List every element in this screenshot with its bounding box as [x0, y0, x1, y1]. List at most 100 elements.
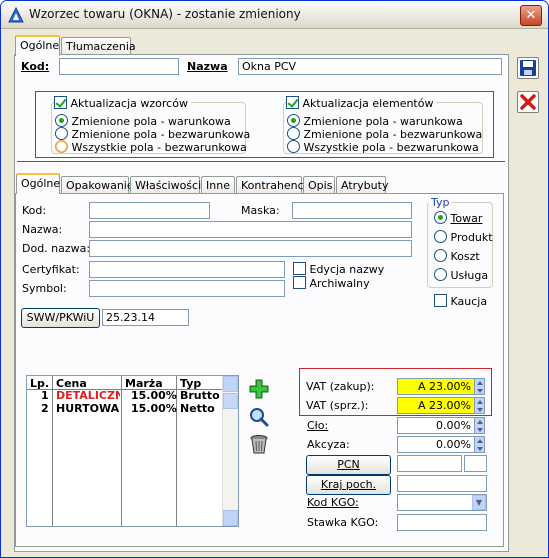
maska-input[interactable]	[292, 202, 412, 219]
update-elements-checkbox[interactable]: Aktualizacja elementów	[286, 96, 437, 110]
magnifier-icon	[250, 408, 269, 427]
kaucja-label: Kaucja	[450, 295, 488, 308]
grid-column-line	[52, 376, 53, 526]
tab-tlumaczenia[interactable]: Tłumaczenia	[61, 37, 136, 55]
vat-sprz-label: VAT (sprz.):	[306, 399, 369, 412]
typ-towar[interactable]: Towar	[434, 211, 482, 225]
archiwalny-checkbox[interactable]: Archiwalny	[293, 276, 370, 290]
pcn-button[interactable]: PCN	[306, 455, 391, 475]
plus-icon	[249, 379, 269, 399]
kod-field[interactable]	[59, 58, 179, 75]
kaucja-checkbox[interactable]: Kaucja	[434, 294, 487, 308]
delete-price-button[interactable]	[248, 433, 270, 455]
pcn-extra-field[interactable]	[464, 455, 487, 472]
title-bar[interactable]: Wzorzec towaru (OKNA) - zostanie zmienio…	[1, 1, 548, 29]
row-cena: HURTOWA	[56, 402, 120, 415]
nazwa-input[interactable]	[89, 221, 412, 238]
dod-nazwa-input[interactable]	[89, 240, 412, 257]
inner-tab-opakowanie[interactable]: Opakowanie	[61, 176, 134, 194]
checkbox-checked-icon	[286, 96, 299, 109]
akcyza-spinner[interactable]	[475, 436, 485, 453]
typ-produkt[interactable]: Produkt	[434, 230, 493, 244]
elements-option-3[interactable]: Wszystkie pola - bezwarunkowa	[287, 140, 479, 154]
vat-sprz-field[interactable]: A 23.00%	[397, 397, 475, 414]
symbol-input[interactable]	[89, 280, 285, 297]
checkbox-icon	[293, 276, 306, 289]
row-cena: DETALICZN	[56, 389, 120, 402]
symbol-label: Symbol:	[22, 282, 67, 295]
elements-option-2[interactable]: Zmienione pola - bezwarunkowa	[287, 127, 482, 141]
pcn-field[interactable]	[397, 455, 462, 472]
clo-label: Cło:	[307, 419, 329, 432]
app-triangle-icon	[8, 7, 24, 23]
sww-value-field[interactable]: 25.23.14	[102, 309, 189, 326]
grid-scrollbar[interactable]	[222, 376, 238, 526]
vat-sprz-spinner[interactable]	[475, 397, 485, 414]
vat-zakup-spinner[interactable]	[475, 378, 485, 395]
section-divider	[17, 161, 505, 162]
update-templates-label: Aktualizacja wzorców	[70, 97, 188, 110]
row-lp: 2	[41, 402, 49, 415]
add-price-button[interactable]	[248, 378, 270, 400]
red-x-icon	[520, 94, 536, 110]
radio-icon	[434, 268, 447, 281]
stawka-kgo-field[interactable]	[397, 514, 487, 531]
nazwa-label-2: Nazwa:	[22, 223, 63, 236]
inner-tab-inne[interactable]: Inne	[201, 176, 235, 194]
tab-ogolne[interactable]: Ogólne	[15, 35, 60, 56]
dialog-window: Wzorzec towaru (OKNA) - zostanie zmienio…	[0, 0, 549, 558]
row-typ: Netto	[180, 402, 215, 415]
radio-selected-icon	[434, 211, 447, 224]
option-label: Wszystkie pola - bezwarunkowa	[71, 141, 247, 154]
templates-option-2[interactable]: Zmienione pola - bezwarunkowa	[55, 127, 250, 141]
radio-selected-icon	[55, 114, 68, 127]
chevron-down-icon[interactable]: ▼	[472, 495, 486, 510]
tab-label: Inne	[206, 179, 230, 192]
certyfikat-input[interactable]	[89, 261, 285, 278]
save-button[interactable]	[517, 57, 539, 79]
inner-tab-kontrahenci[interactable]: Kontrahenci	[236, 176, 307, 194]
update-templates-checkbox[interactable]: Aktualizacja wzorców	[54, 96, 191, 110]
templates-option-3[interactable]: Wszystkie pola - bezwarunkowa	[55, 140, 247, 154]
kod-kgo-label: Kod KGO:	[307, 496, 359, 509]
edycja-nazwy-checkbox[interactable]: Edycja nazwy	[293, 262, 384, 276]
kraj-pochodzenia-button[interactable]: Kraj poch.	[306, 475, 391, 495]
inner-tab-atrybuty[interactable]: Atrybuty	[336, 176, 388, 194]
templates-option-1[interactable]: Zmienione pola - warunkowa	[55, 114, 231, 128]
checkbox-icon	[434, 294, 447, 307]
tab-label: Ogólne	[21, 177, 61, 190]
akcyza-field[interactable]: 0.00%	[397, 436, 475, 453]
radio-icon	[287, 127, 300, 140]
radio-icon	[434, 249, 447, 262]
scroll-down-icon[interactable]	[223, 510, 238, 526]
inner-tab-opis[interactable]: Opis	[303, 176, 335, 194]
radio-icon	[287, 140, 300, 153]
search-price-button[interactable]	[248, 406, 270, 428]
elements-option-1[interactable]: Zmienione pola - warunkowa	[287, 114, 463, 128]
certyfikat-label: Certyfikat:	[22, 263, 80, 276]
dod-nazwa-label: Dod. nazwa:	[22, 242, 91, 255]
close-button[interactable]: ✕	[520, 5, 542, 26]
vat-zakup-field[interactable]: A 23.00%	[397, 378, 475, 395]
inner-tab-ogolne[interactable]: Ogólne	[16, 173, 60, 194]
typ-usluga[interactable]: Usługa	[434, 268, 488, 282]
inner-tab-wlasciwosci[interactable]: Właściwości	[130, 176, 201, 194]
tab-label: Ogólne	[20, 39, 60, 52]
akcyza-label: Akcyza:	[307, 438, 350, 451]
scroll-thumb[interactable]	[223, 393, 238, 409]
kod-input[interactable]	[89, 202, 210, 219]
price-grid[interactable]: Lp. Cena Marża Typ 1 DETALICZN 15.00% Br…	[26, 375, 239, 527]
radio-icon	[434, 230, 447, 243]
scroll-up-icon[interactable]	[223, 376, 238, 392]
kraj-field[interactable]	[397, 475, 487, 492]
tab-label: Opis	[308, 179, 333, 192]
sww-pkwiu-button[interactable]: SWW/PKWiU	[21, 308, 100, 328]
nazwa-field[interactable]: Okna PCV	[238, 58, 502, 75]
clo-field[interactable]: 0.00%	[397, 417, 475, 434]
update-elements-label: Aktualizacja elementów	[302, 97, 434, 110]
typ-koszt[interactable]: Koszt	[434, 249, 480, 263]
clo-spinner[interactable]	[475, 417, 485, 434]
cancel-button[interactable]	[517, 91, 539, 113]
vat-zakup-label: VAT (zakup):	[306, 380, 375, 393]
grid-column-line	[121, 376, 122, 526]
